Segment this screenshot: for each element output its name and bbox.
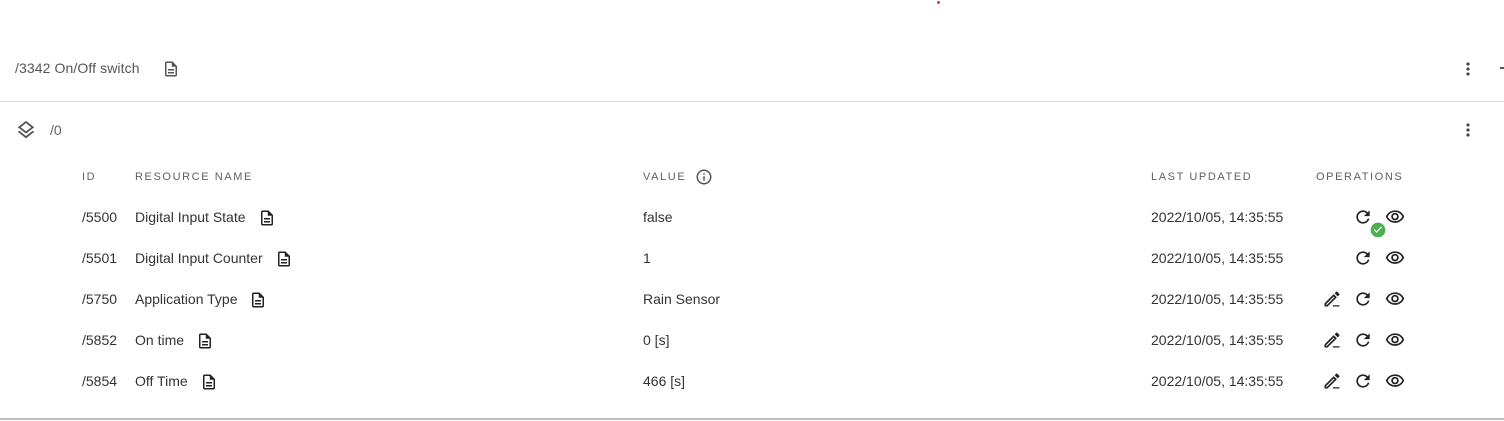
status-dot bbox=[937, 1, 940, 4]
resource-name-cell: On time bbox=[135, 330, 214, 350]
resource-name: On time bbox=[135, 332, 185, 348]
description-icon[interactable] bbox=[196, 332, 214, 350]
resource-name-cell: Off Time bbox=[135, 371, 218, 391]
description-icon[interactable] bbox=[200, 373, 218, 391]
description-icon[interactable] bbox=[258, 209, 276, 227]
divider bbox=[0, 418, 1504, 420]
resource-id: /5854 bbox=[82, 373, 118, 389]
column-header-id: ID bbox=[82, 171, 97, 183]
info-icon[interactable] bbox=[695, 168, 713, 186]
more-vertical-icon[interactable] bbox=[1458, 59, 1478, 79]
description-icon[interactable] bbox=[162, 60, 180, 78]
resource-name: Digital Input State bbox=[135, 209, 246, 225]
resource-value: 466 [s] bbox=[643, 373, 686, 389]
object-header: /3342 On/Off switch bbox=[0, 45, 1504, 102]
resource-value: false bbox=[643, 209, 673, 225]
last-updated: 2022/10/05, 14:35:55 bbox=[1151, 373, 1284, 389]
resource-value: 1 bbox=[643, 250, 651, 266]
resource-id: /5501 bbox=[82, 250, 118, 266]
table-row: /5852 On time 0 [s] 2022/10/05, 14:35:55 bbox=[0, 330, 1504, 371]
eye-icon[interactable] bbox=[1385, 371, 1405, 391]
collapse-icon[interactable] bbox=[1500, 67, 1504, 69]
resource-name: Off Time bbox=[135, 373, 188, 389]
table-row: /5501 Digital Input Counter 1 2022/10/05… bbox=[0, 248, 1504, 289]
eye-icon[interactable] bbox=[1385, 248, 1405, 268]
resource-id: /5750 bbox=[82, 291, 118, 307]
eye-icon[interactable] bbox=[1385, 207, 1405, 227]
resource-id: /5852 bbox=[82, 332, 118, 348]
resource-name-cell: Digital Input Counter bbox=[135, 248, 293, 268]
table-row: /5750 Application Type Rain Sensor 2022/… bbox=[0, 289, 1504, 330]
instance-panel: /0 ID RESOURCE NAME VALUE LAST UPDATED O… bbox=[0, 102, 1504, 419]
instance-label: /0 bbox=[50, 122, 62, 138]
refresh-icon[interactable] bbox=[1353, 330, 1373, 350]
refresh-icon[interactable] bbox=[1353, 289, 1373, 309]
column-header-operations: OPERATIONS bbox=[1316, 171, 1404, 183]
edit-icon[interactable] bbox=[1322, 289, 1342, 309]
resource-value: 0 [s] bbox=[643, 332, 670, 348]
last-updated: 2022/10/05, 14:35:55 bbox=[1151, 291, 1284, 307]
resource-name: Digital Input Counter bbox=[135, 250, 263, 266]
edit-icon[interactable] bbox=[1322, 330, 1342, 350]
last-updated: 2022/10/05, 14:35:55 bbox=[1151, 250, 1284, 266]
description-icon[interactable] bbox=[249, 291, 267, 309]
check-circle-icon bbox=[1370, 222, 1386, 238]
eye-icon[interactable] bbox=[1385, 289, 1405, 309]
more-vertical-icon[interactable] bbox=[1458, 120, 1478, 140]
table-row: /5500 Digital Input State false 2022/10/… bbox=[0, 207, 1504, 248]
resource-id: /5500 bbox=[82, 209, 118, 225]
column-header-value: VALUE bbox=[643, 171, 687, 183]
description-icon[interactable] bbox=[275, 250, 293, 268]
resource-value: Rain Sensor bbox=[643, 291, 721, 307]
resource-name-cell: Application Type bbox=[135, 289, 267, 309]
edit-icon[interactable] bbox=[1322, 371, 1342, 391]
column-header-last-updated: LAST UPDATED bbox=[1151, 171, 1253, 183]
refresh-icon[interactable] bbox=[1353, 371, 1373, 391]
object-title: /3342 On/Off switch bbox=[15, 60, 140, 76]
resource-name-cell: Digital Input State bbox=[135, 207, 276, 227]
last-updated: 2022/10/05, 14:35:55 bbox=[1151, 209, 1284, 225]
last-updated: 2022/10/05, 14:35:55 bbox=[1151, 332, 1284, 348]
layers-icon bbox=[15, 118, 37, 142]
eye-icon[interactable] bbox=[1385, 330, 1405, 350]
resource-name: Application Type bbox=[135, 291, 238, 307]
refresh-icon[interactable] bbox=[1353, 248, 1373, 268]
column-header-resource-name: RESOURCE NAME bbox=[135, 171, 253, 183]
table-row: /5854 Off Time 466 [s] 2022/10/05, 14:35… bbox=[0, 371, 1504, 412]
